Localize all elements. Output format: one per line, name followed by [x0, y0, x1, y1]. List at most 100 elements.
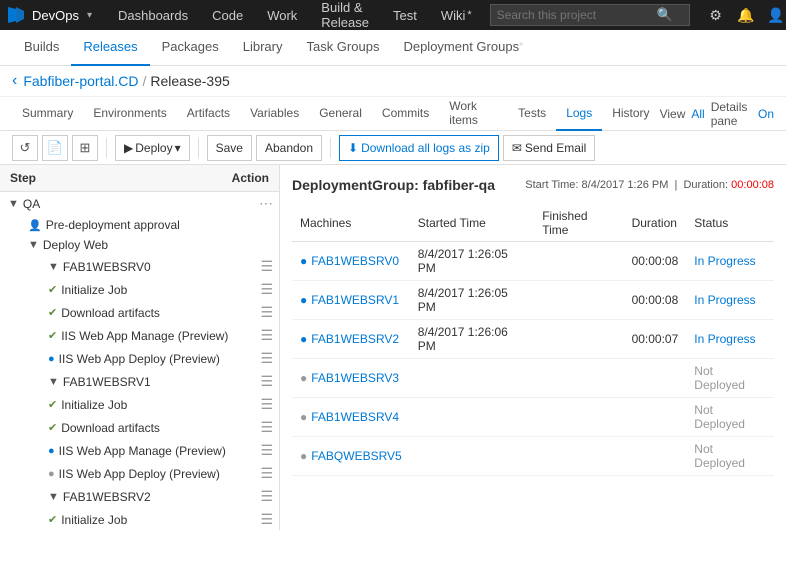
tree-srv0-download[interactable]: ✔ Download artifacts ☰ — [0, 301, 279, 324]
tab-commits[interactable]: Commits — [372, 97, 439, 131]
tree-srv0-deploy[interactable]: ● IIS Web App Deploy (Preview) ☰ — [0, 347, 279, 370]
details-pane-toggle[interactable]: On — [758, 107, 774, 121]
srv1-action-icon[interactable]: ☰ — [260, 373, 273, 390]
search-box: 🔍 — [490, 4, 690, 26]
download-logs-button[interactable]: ⬇ Download all logs as zip — [339, 135, 499, 161]
view-label: View — [660, 107, 686, 121]
tree-predeployment[interactable]: 👤 Pre-deployment approval — [0, 215, 279, 235]
machine-name[interactable]: FAB1WEBSRV3 — [311, 371, 399, 385]
nav-dashboards[interactable]: Dashboards — [108, 0, 198, 30]
srv0-download-action[interactable]: ☰ — [260, 304, 273, 321]
console-button[interactable]: ⊞ — [72, 135, 98, 161]
machine-link[interactable]: ● FAB1WEBSRV1 — [300, 293, 402, 307]
tab-history[interactable]: History — [602, 97, 659, 131]
machine-name[interactable]: FAB1WEBSRV1 — [311, 293, 399, 307]
tree-fab1websrv1[interactable]: ▼ FAB1WEBSRV1 ☰ — [0, 370, 279, 393]
tab-logs[interactable]: Logs — [556, 97, 602, 131]
org-name[interactable]: DevOps — [32, 8, 79, 23]
tree-deployweb[interactable]: ▼ Deploy Web — [0, 235, 279, 255]
machine-icon: ● — [300, 293, 307, 307]
tree-fab1websrv2[interactable]: ▼ FAB1WEBSRV2 ☰ — [0, 485, 279, 508]
srv1-init-action[interactable]: ☰ — [260, 396, 273, 413]
tree-srv0-init[interactable]: ✔ Initialize Job ☰ — [0, 278, 279, 301]
machine-link[interactable]: ● FAB1WEBSRV4 — [300, 410, 402, 424]
tab-summary[interactable]: Summary — [12, 97, 83, 131]
tab-builds[interactable]: Builds — [12, 30, 71, 66]
tab-variables[interactable]: Variables — [240, 97, 309, 131]
tree-qa[interactable]: ▼ QA ⋯ — [0, 192, 279, 215]
save-button[interactable]: Save — [207, 135, 252, 161]
machine-name[interactable]: FAB1WEBSRV2 — [311, 332, 399, 346]
tree-srv2-label: FAB1WEBSRV2 — [63, 490, 261, 504]
tree-predeployment-label: Pre-deployment approval — [46, 218, 273, 232]
wiki-star: * — [467, 9, 471, 21]
nav-build-release[interactable]: Build & Release — [311, 0, 379, 30]
machines-table: Machines Started Time Finished Time Dura… — [292, 205, 774, 476]
srv0-init-action[interactable]: ☰ — [260, 281, 273, 298]
settings-icon[interactable]: ⚙ — [702, 1, 730, 29]
back-button[interactable]: ‹ — [12, 72, 17, 90]
tree-srv1-deploy[interactable]: ● IIS Web App Deploy (Preview) ☰ — [0, 462, 279, 485]
tree-srv1-manage[interactable]: ● IIS Web App Manage (Preview) ☰ — [0, 439, 279, 462]
srv1-download-action[interactable]: ☰ — [260, 419, 273, 436]
nav-work[interactable]: Work — [257, 0, 307, 30]
breadcrumb-sep: / — [142, 73, 146, 89]
tab-tests[interactable]: Tests — [508, 97, 556, 131]
success-icon-3: ✔ — [48, 329, 57, 342]
machine-link[interactable]: ● FAB1WEBSRV3 — [300, 371, 402, 385]
duration-value: 00:00:08 — [731, 179, 774, 191]
machine-link[interactable]: ● FAB1WEBSRV0 — [300, 254, 402, 268]
machine-cell: ● FAB1WEBSRV1 — [292, 281, 410, 320]
tab-library[interactable]: Library — [231, 30, 295, 66]
send-email-button[interactable]: ✉ Send Email — [503, 135, 595, 161]
srv2-init-action[interactable]: ☰ — [260, 511, 273, 528]
srv0-deploy-action[interactable]: ☰ — [260, 350, 273, 367]
srv1-deploy-action[interactable]: ☰ — [260, 465, 273, 482]
tree-fab1websrv0[interactable]: ▼ FAB1WEBSRV0 ☰ — [0, 255, 279, 278]
qa-action-icon[interactable]: ⋯ — [259, 195, 273, 212]
tab-deployment-groups[interactable]: Deployment Groups* — [391, 30, 535, 66]
started-cell: 8/4/2017 1:26:06 PM — [410, 320, 534, 359]
org-caret[interactable]: ▾ — [87, 10, 92, 21]
srv0-manage-action[interactable]: ☰ — [260, 327, 273, 344]
search-input[interactable] — [497, 8, 657, 22]
tree-srv0-manage[interactable]: ✔ IIS Web App Manage (Preview) ☰ — [0, 324, 279, 347]
machine-name[interactable]: FABQWEBSRV5 — [311, 449, 401, 463]
tab-artifacts[interactable]: Artifacts — [177, 97, 240, 131]
nav-code[interactable]: Code — [202, 0, 253, 30]
status-cell: Not Deployed — [686, 437, 774, 476]
nav-test[interactable]: Test — [383, 0, 427, 30]
nav-wiki[interactable]: Wiki* — [431, 0, 482, 30]
tree-srv2-init[interactable]: ✔ Initialize Job ☰ — [0, 508, 279, 530]
abandon-button[interactable]: Abandon — [256, 135, 322, 161]
refresh-button[interactable]: ↺ — [12, 135, 38, 161]
tab-releases[interactable]: Releases — [71, 30, 149, 66]
tree-srv1-init[interactable]: ✔ Initialize Job ☰ — [0, 393, 279, 416]
content-tabs: Summary Environments Artifacts Variables… — [0, 97, 786, 131]
tab-task-groups[interactable]: Task Groups — [294, 30, 391, 66]
toolbar-sep-2 — [198, 138, 199, 158]
tab-packages[interactable]: Packages — [150, 30, 231, 66]
machine-link[interactable]: ● FAB1WEBSRV2 — [300, 332, 402, 346]
machine-name[interactable]: FAB1WEBSRV4 — [311, 410, 399, 424]
tab-work-items[interactable]: Work items — [439, 97, 508, 131]
finished-cell — [534, 320, 623, 359]
duration-cell — [624, 359, 687, 398]
srv0-action-icon[interactable]: ☰ — [260, 258, 273, 275]
logs-button[interactable]: 📄 — [42, 135, 68, 161]
machine-name[interactable]: FAB1WEBSRV0 — [311, 254, 399, 268]
main-area: Step Action ▼ QA ⋯ 👤 Pre-deployment appr… — [0, 165, 786, 530]
tab-general[interactable]: General — [309, 97, 372, 131]
srv2-action-icon[interactable]: ☰ — [260, 488, 273, 505]
breadcrumb-project[interactable]: Fabfiber-portal.CD — [23, 73, 138, 89]
srv2-success-1: ✔ — [48, 513, 57, 526]
deploy-button[interactable]: ▶ Deploy ▾ — [115, 135, 190, 161]
user-icon[interactable]: 👤 — [762, 1, 786, 29]
tree-srv1-download[interactable]: ✔ Download artifacts ☰ — [0, 416, 279, 439]
search-icon[interactable]: 🔍 — [657, 7, 673, 23]
srv1-manage-action[interactable]: ☰ — [260, 442, 273, 459]
machine-link[interactable]: ● FABQWEBSRV5 — [300, 449, 402, 463]
notification-icon[interactable]: 🔔 — [732, 1, 760, 29]
tab-environments[interactable]: Environments — [83, 97, 176, 131]
view-all[interactable]: All — [691, 107, 704, 121]
